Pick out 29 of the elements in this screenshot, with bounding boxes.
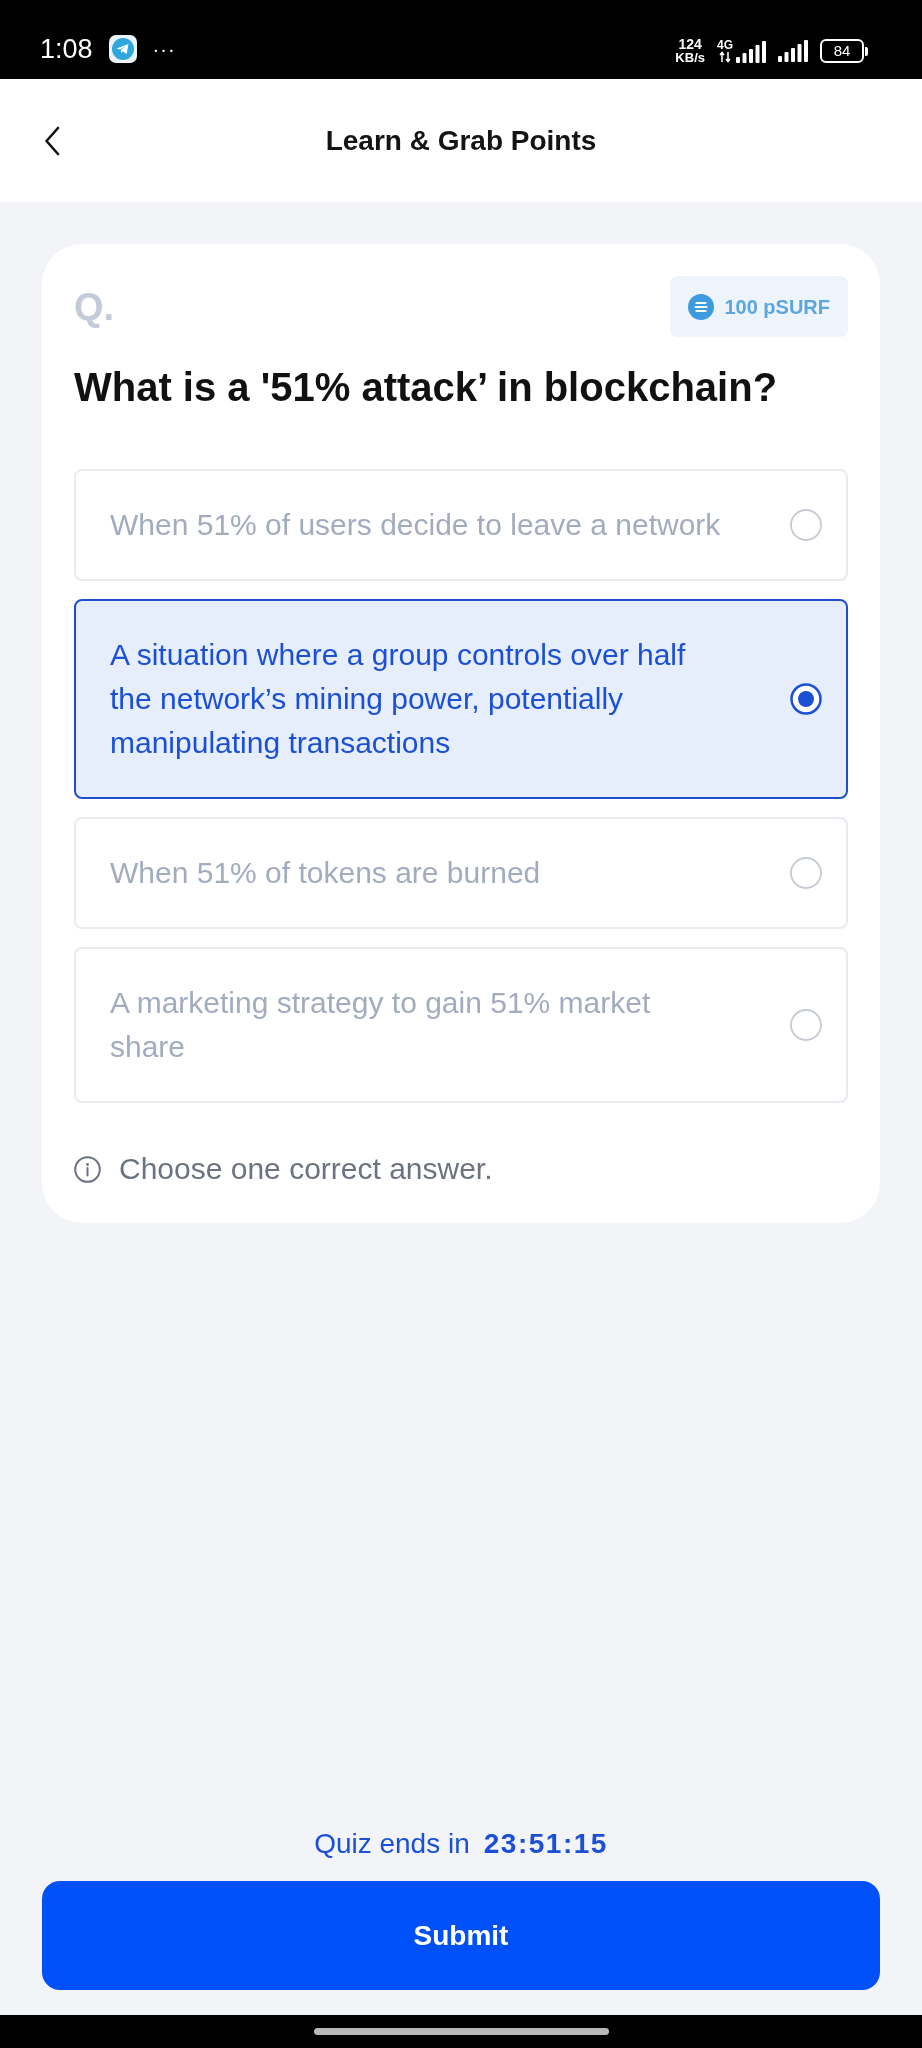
- battery-level: 84: [833, 43, 851, 59]
- network-speed-unit: KB/s: [675, 51, 705, 65]
- answer-option[interactable]: When 51% of tokens are burned: [74, 817, 848, 929]
- coin-icon: [688, 293, 715, 320]
- data-arrows-icon: [719, 51, 731, 63]
- signal-icon: [736, 41, 766, 63]
- reward-amount: 100 pSURF: [724, 294, 830, 319]
- network-type: 4G: [717, 39, 733, 51]
- network-speed-value: 124: [678, 37, 702, 51]
- question-text: What is a '51% attack’ in blockchain?: [74, 364, 779, 411]
- answer-option[interactable]: When 51% of users decide to leave a network: [74, 469, 848, 581]
- info-icon: [74, 1155, 101, 1183]
- question-label: Q.: [74, 284, 115, 329]
- submit-button[interactable]: Submit: [42, 1881, 880, 1990]
- answer-option[interactable]: A situation where a group controls over half the network’s mining power, potentially manipulating transactions: [74, 599, 848, 799]
- countdown-label: Quiz ends in: [314, 1827, 470, 1861]
- hint-text: Choose one correct answer.: [119, 1151, 493, 1187]
- answer-option[interactable]: A marketing strategy to gain 51% market share: [74, 947, 848, 1103]
- radio-empty-icon: [790, 1009, 822, 1041]
- radio-empty-icon: [790, 509, 822, 541]
- radio-empty-icon: [790, 857, 822, 889]
- more-notifications: ···: [152, 37, 176, 61]
- radio-selected-icon: [790, 683, 822, 715]
- countdown-timer: 23:51:15: [483, 1827, 608, 1861]
- page-title: Learn & Grab Points: [325, 123, 597, 158]
- status-time: 1:08: [40, 33, 93, 65]
- paper-plane-app-icon: [108, 35, 137, 63]
- chevron-left-icon: [44, 126, 60, 156]
- signal-icon: [778, 40, 808, 62]
